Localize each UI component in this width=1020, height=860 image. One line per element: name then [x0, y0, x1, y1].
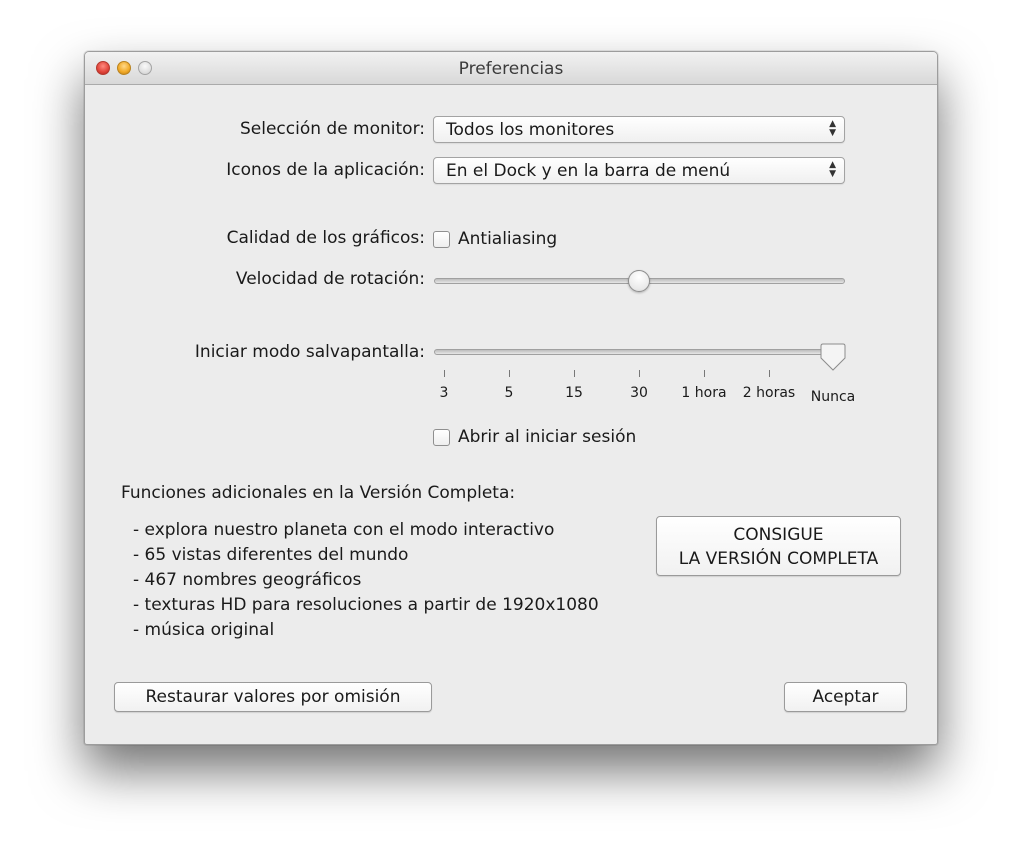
screensaver-label: Iniciar modo salvapantalla: — [194, 342, 425, 362]
window-title: Preferencias — [458, 59, 564, 79]
monitor-label: Selección de monitor: — [239, 119, 425, 139]
screensaver-slider-track[interactable] — [434, 349, 845, 355]
open-at-login-checkbox[interactable] — [433, 429, 450, 446]
screensaver-tick — [509, 370, 510, 377]
monitor-select[interactable]: Todos los monitores ▲ ▼ — [433, 116, 845, 143]
get-full-version-line1: CONSIGUE — [733, 525, 824, 545]
screensaver-tick-label: Nunca — [810, 389, 856, 405]
screensaver-tick — [639, 370, 640, 377]
screensaver-slider-knob[interactable] — [820, 343, 846, 373]
screensaver-tick-label: 3 — [439, 385, 449, 401]
up-down-arrows-icon: ▲ ▼ — [829, 160, 836, 179]
feature-item: - explora nuestro planeta con el modo in… — [133, 520, 555, 540]
full-version-heading: Funciones adicionales en la Versión Comp… — [121, 483, 516, 503]
preferences-window: Preferencias Selección de monitor: Todos… — [84, 51, 938, 745]
feature-item: - 65 vistas diferentes del mundo — [133, 545, 409, 565]
antialiasing-checkbox[interactable] — [433, 231, 450, 248]
screensaver-tick — [704, 370, 705, 377]
screensaver-tick-label: 15 — [565, 385, 583, 401]
rotation-slider-knob[interactable] — [628, 270, 650, 292]
monitor-select-value: Todos los monitores — [446, 120, 615, 140]
icons-select[interactable]: En el Dock y en la barra de menú ▲ ▼ — [433, 157, 845, 184]
screensaver-tick-label: 5 — [504, 385, 514, 401]
open-at-login-label: Abrir al iniciar sesión — [458, 427, 637, 447]
screensaver-tick-label: 30 — [630, 385, 648, 401]
feature-item: - 467 nombres geográficos — [133, 570, 362, 590]
get-full-version-button[interactable]: CONSIGUE LA VERSIÓN COMPLETA — [656, 516, 901, 576]
quality-label: Calidad de los gráficos: — [226, 228, 425, 248]
rotation-label: Velocidad de rotación: — [235, 269, 425, 289]
icons-select-value: En el Dock y en la barra de menú — [446, 161, 731, 181]
get-full-version-line2: LA VERSIÓN COMPLETA — [678, 549, 879, 569]
title-bar[interactable]: Preferencias — [85, 52, 937, 85]
accept-button[interactable]: Aceptar — [784, 682, 907, 712]
screensaver-tick-label: 2 horas — [742, 385, 796, 401]
feature-item: - texturas HD para resoluciones a partir… — [133, 595, 599, 615]
feature-item: - música original — [133, 620, 275, 640]
antialiasing-label: Antialiasing — [458, 229, 558, 249]
screensaver-tick — [574, 370, 575, 377]
screensaver-tick-label: 1 hora — [681, 385, 727, 401]
restore-defaults-button[interactable]: Restaurar valores por omisión — [114, 682, 432, 712]
screensaver-tick — [769, 370, 770, 377]
icons-label: Iconos de la aplicación: — [226, 160, 425, 180]
screensaver-tick — [444, 370, 445, 377]
up-down-arrows-icon: ▲ ▼ — [829, 119, 836, 138]
